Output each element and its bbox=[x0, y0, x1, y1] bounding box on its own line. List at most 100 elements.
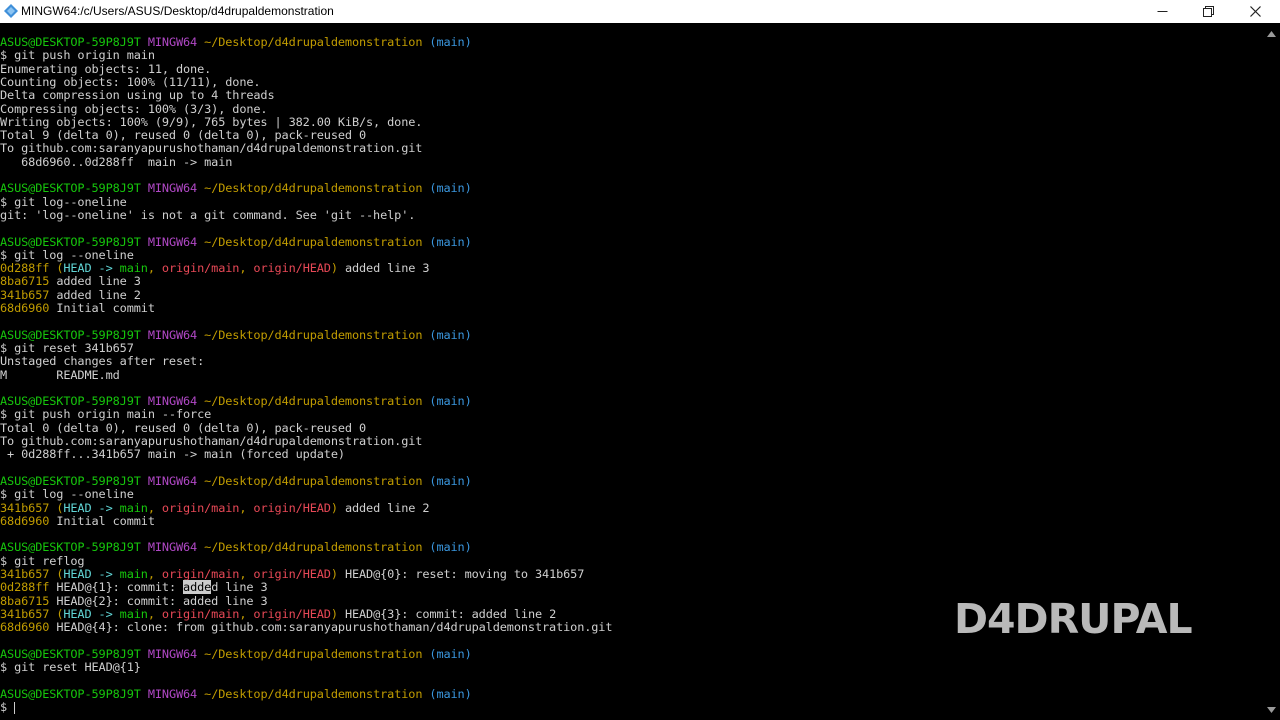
command-line: $ git reflog bbox=[0, 553, 85, 568]
ref-open: ( bbox=[49, 567, 64, 581]
ref-head: HEAD -> bbox=[63, 606, 120, 621]
prompt-path: ~/Desktop/d4drupaldemonstration bbox=[204, 35, 423, 49]
ref-origin-head: origin/HEAD bbox=[253, 261, 331, 276]
commit-hash: 341b657 bbox=[0, 500, 50, 515]
prompt-user-host: ASUS@DESKTOP-59P8J9T bbox=[0, 327, 141, 342]
commit-message: added line 3 bbox=[337, 261, 430, 276]
vertical-scrollbar[interactable] bbox=[1263, 23, 1280, 720]
commit-hash: 68d6960 bbox=[0, 620, 50, 635]
prompt-line: ASUS@DESKTOP-59P8J9T MINGW64 ~/Desktop/d… bbox=[0, 686, 472, 701]
ref-sep: , bbox=[147, 567, 162, 581]
prompt-line: ASUS@DESKTOP-59P8J9T MINGW64 ~/Desktop/d… bbox=[0, 35, 472, 49]
output-line: 68d6960..0d288ff main -> main bbox=[0, 154, 233, 169]
text-cursor bbox=[14, 701, 16, 714]
ref-close: ) bbox=[330, 567, 338, 581]
restore-icon bbox=[1202, 6, 1214, 17]
reflog-entry: 341b657 (HEAD -> main, origin/main, orig… bbox=[0, 567, 585, 581]
input-line[interactable]: $ bbox=[0, 700, 16, 714]
window-title: MINGW64:/c/Users/ASUS/Desktop/d4drupalde… bbox=[21, 4, 334, 18]
prompt-branch: (main) bbox=[429, 327, 472, 342]
close-button[interactable] bbox=[1232, 0, 1278, 23]
ref-main: main bbox=[119, 606, 148, 621]
log-entry: 341b657 (HEAD -> main, origin/main, orig… bbox=[0, 500, 430, 515]
scroll-down-icon[interactable] bbox=[1267, 707, 1276, 713]
reflog-entry: 8ba6715 HEAD@{2}: commit: added line 3 bbox=[0, 593, 268, 608]
commit-hash: 0d288ff bbox=[0, 580, 50, 595]
prompt-branch: (main) bbox=[429, 35, 472, 49]
prompt-line: ASUS@DESKTOP-59P8J9T MINGW64 ~/Desktop/d… bbox=[0, 646, 472, 661]
commit-hash: 68d6960 bbox=[0, 301, 50, 315]
window-titlebar[interactable]: MINGW64:/c/Users/ASUS/Desktop/d4drupalde… bbox=[0, 0, 1280, 23]
prompt-shell: MINGW64 bbox=[147, 181, 198, 196]
ref-origin-head: origin/HEAD bbox=[253, 567, 331, 581]
text-selection[interactable]: adde bbox=[183, 580, 211, 595]
prompt-branch: (main) bbox=[429, 646, 472, 661]
prompt-line: ASUS@DESKTOP-59P8J9T MINGW64 ~/Desktop/d… bbox=[0, 473, 472, 488]
prompt-shell: MINGW64 bbox=[147, 646, 198, 661]
commit-message: Initial commit bbox=[49, 513, 155, 528]
minimize-icon bbox=[1157, 11, 1167, 12]
reflog-message: d line 3 bbox=[211, 580, 268, 595]
log-entry: 8ba6715 added line 3 bbox=[0, 275, 141, 288]
commit-hash: 68d6960 bbox=[0, 513, 50, 528]
reflog-entry: 341b657 (HEAD -> main, origin/main, orig… bbox=[0, 606, 557, 621]
commit-hash: 0d288ff bbox=[0, 261, 50, 276]
reflog-message: HEAD@{4}: clone: from github.com:saranya… bbox=[49, 620, 613, 635]
prompt-shell: MINGW64 bbox=[147, 394, 198, 409]
commit-hash: 341b657 bbox=[0, 606, 50, 621]
output-line: git: 'log--oneline' is not a git command… bbox=[0, 207, 416, 222]
ref-sep: , bbox=[239, 500, 254, 515]
prompt-shell: MINGW64 bbox=[147, 473, 198, 488]
output-line: M README.md bbox=[0, 367, 120, 382]
ref-main: main bbox=[119, 500, 148, 515]
reflog-message: HEAD@{2}: commit: added line 3 bbox=[49, 593, 268, 608]
output-line: Compressing objects: 100% (3/3), done. bbox=[0, 101, 268, 116]
log-entry: 341b657 added line 2 bbox=[0, 287, 141, 302]
ref-origin-main: origin/main bbox=[161, 261, 240, 276]
ref-sep: , bbox=[239, 261, 254, 276]
ref-head: HEAD -> bbox=[63, 567, 120, 581]
ref-sep: , bbox=[239, 567, 254, 581]
minimize-button[interactable] bbox=[1139, 0, 1185, 23]
commit-message: added line 2 bbox=[49, 287, 141, 302]
reflog-message: HEAD@{0}: reset: moving to 341b657 bbox=[337, 567, 585, 581]
reflog-message: HEAD@{3}: commit: added line 2 bbox=[337, 606, 557, 621]
prompt-branch: (main) bbox=[429, 540, 472, 555]
command-line: $ git push origin main --force bbox=[0, 407, 212, 422]
ref-head: HEAD -> bbox=[63, 261, 120, 276]
commit-hash: 8ba6715 bbox=[0, 274, 50, 289]
ref-head: HEAD -> bbox=[63, 500, 120, 515]
ref-origin-main: origin/main bbox=[161, 567, 240, 581]
prompt-branch: (main) bbox=[429, 686, 472, 701]
ref-sep: , bbox=[147, 500, 162, 515]
prompt-branch: (main) bbox=[429, 394, 472, 409]
output-line: Total 9 (delta 0), reused 0 (delta 0), p… bbox=[0, 128, 367, 143]
reflog-message: HEAD@{1}: commit: bbox=[49, 580, 184, 595]
ref-origin-head: origin/HEAD bbox=[253, 500, 331, 515]
scroll-up-icon[interactable] bbox=[1267, 31, 1276, 37]
prompt-user-host: ASUS@DESKTOP-59P8J9T bbox=[0, 473, 141, 488]
output-line: Writing objects: 100% (9/9), 765 bytes |… bbox=[0, 114, 423, 129]
prompt-shell: MINGW64 bbox=[147, 540, 198, 555]
prompt-path: ~/Desktop/d4drupaldemonstration bbox=[204, 234, 423, 249]
prompt-user-host: ASUS@DESKTOP-59P8J9T bbox=[0, 646, 141, 661]
output-line: Delta compression using up to 4 threads bbox=[0, 88, 275, 103]
ref-sep: , bbox=[239, 606, 254, 621]
ref-origin-main: origin/main bbox=[161, 606, 240, 621]
prompt-line: ASUS@DESKTOP-59P8J9T MINGW64 ~/Desktop/d… bbox=[0, 234, 472, 249]
ref-origin-head: origin/HEAD bbox=[253, 606, 331, 621]
prompt-user-host: ASUS@DESKTOP-59P8J9T bbox=[0, 35, 141, 49]
prompt-shell: MINGW64 bbox=[147, 686, 198, 701]
output-line: To github.com:saranyapurushothaman/d4dru… bbox=[0, 434, 423, 448]
prompt-branch: (main) bbox=[429, 234, 472, 249]
output-line: Total 0 (delta 0), reused 0 (delta 0), p… bbox=[0, 420, 367, 435]
prompt-line: ASUS@DESKTOP-59P8J9T MINGW64 ~/Desktop/d… bbox=[0, 541, 472, 554]
prompt-path: ~/Desktop/d4drupaldemonstration bbox=[204, 686, 423, 701]
prompt-path: ~/Desktop/d4drupaldemonstration bbox=[204, 181, 423, 196]
ref-close: ) bbox=[330, 261, 338, 276]
prompt-line: ASUS@DESKTOP-59P8J9T MINGW64 ~/Desktop/d… bbox=[0, 327, 472, 342]
ref-close: ) bbox=[330, 500, 338, 515]
command-line: $ git log--oneline bbox=[0, 194, 127, 209]
commit-message: added line 3 bbox=[49, 274, 141, 289]
maximize-button[interactable] bbox=[1185, 0, 1231, 23]
